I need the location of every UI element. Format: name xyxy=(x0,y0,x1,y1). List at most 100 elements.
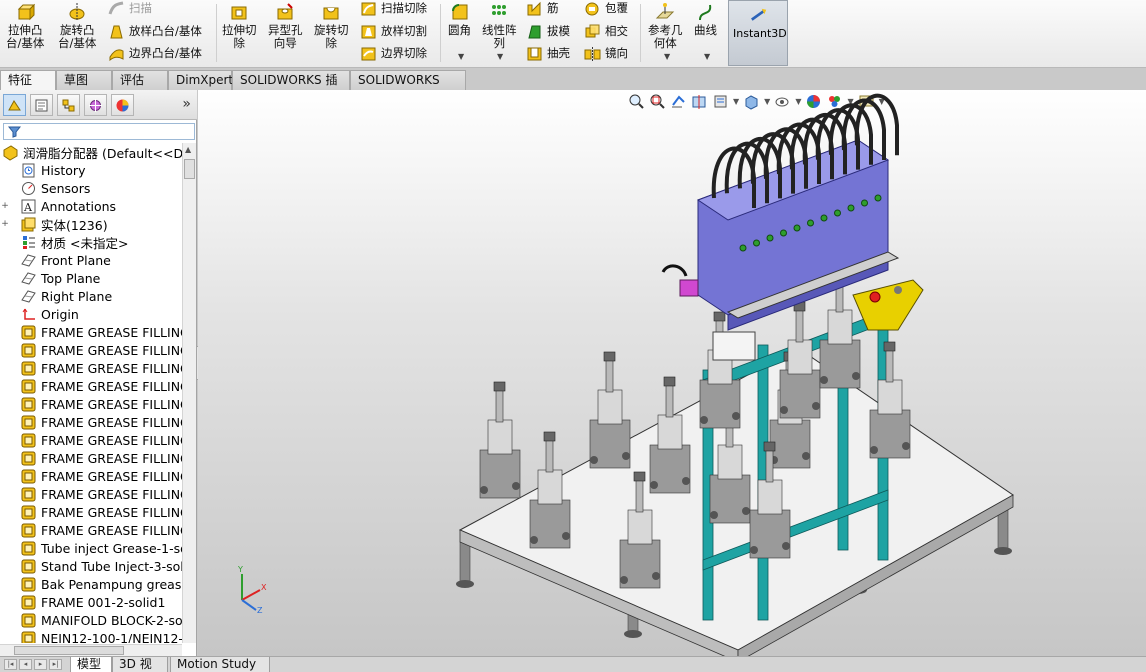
grease-filling-machine-model[interactable] xyxy=(198,90,1146,656)
tree-item[interactable]: + A Annotations xyxy=(0,197,182,215)
tree-vertical-scrollbar[interactable]: ▲ xyxy=(182,143,196,643)
panel-expand-icon[interactable]: » xyxy=(182,96,191,112)
revolve-boss-button[interactable]: 旋转凸 台/基体 xyxy=(58,2,96,50)
tree-horizontal-scrollbar[interactable] xyxy=(0,644,182,656)
tab-motion-study[interactable]: Motion Study 1 xyxy=(170,657,270,672)
boundary-boss-button[interactable]: 边界凸台/基体 xyxy=(108,43,202,63)
mirror-button[interactable]: 镜向 xyxy=(584,43,628,63)
tab-dimxpert[interactable]: DimXpert xyxy=(168,70,233,90)
tree-item[interactable]: FRAME GREASE FILLING xyxy=(0,521,182,539)
tree-root-part[interactable]: 润滑脂分配器 (Default<<De xyxy=(0,143,182,161)
tab-features[interactable]: 特征 xyxy=(0,70,56,91)
configuration-icon xyxy=(62,99,75,111)
tree-item[interactable]: FRAME GREASE FILLING xyxy=(0,341,182,359)
tree-item[interactable]: Tube inject Grease-1-so xyxy=(0,539,182,557)
tab-solidworks-mbd[interactable]: SOLIDWORKS MBD xyxy=(350,70,466,105)
plane-icon xyxy=(21,253,36,267)
shell-label: 抽壳 xyxy=(547,46,570,60)
last-tab-arrow[interactable]: ▸| xyxy=(49,659,62,670)
tab-3d-views[interactable]: 3D 视图 xyxy=(112,657,168,672)
tree-item[interactable]: Right Plane xyxy=(0,287,182,305)
scroll-up-arrow[interactable]: ▲ xyxy=(185,145,191,154)
feature-manager-tab[interactable] xyxy=(3,94,26,116)
tree-item[interactable]: Bak Penampung grease xyxy=(0,575,182,593)
property-icon xyxy=(35,99,48,111)
tree-item[interactable]: Sensors xyxy=(0,179,182,197)
draft-button[interactable]: 拔模 xyxy=(526,21,570,41)
curves-dropdown-caret[interactable]: ▼ xyxy=(704,52,710,61)
hole-wizard-button[interactable]: 异型孔 向导 xyxy=(268,2,303,50)
grease-pump-unit[interactable] xyxy=(869,341,911,459)
revolve-cut-button[interactable]: 旋转切 除 xyxy=(314,2,349,50)
fillet-dropdown-caret[interactable]: ▼ xyxy=(458,52,464,61)
curves-label: 曲线 xyxy=(694,23,717,37)
tree-item-label: Stand Tube Inject-3-soli xyxy=(41,558,182,574)
swept-cut-button[interactable]: 扫描切除 xyxy=(360,0,427,18)
instant3d-button[interactable]: Instant3D xyxy=(728,0,788,66)
intersect-icon xyxy=(585,24,600,37)
prev-tab-arrow[interactable]: ◂ xyxy=(19,659,32,670)
valve-indicator xyxy=(807,219,814,227)
grease-pump-unit[interactable] xyxy=(479,381,521,499)
tree-filter-input[interactable] xyxy=(3,123,195,140)
tree-item[interactable]: History xyxy=(0,161,182,179)
tab-navigation-arrows[interactable]: |◂ ◂ ▸ ▸| xyxy=(4,659,62,670)
rib-button[interactable]: 筋 xyxy=(526,0,559,18)
tree-expand-toggle[interactable]: + xyxy=(0,219,10,229)
tab-sketch[interactable]: 草图 xyxy=(56,70,112,90)
tree-item[interactable]: FRAME GREASE FILLING xyxy=(0,467,182,485)
tree-item[interactable]: + 实体(1236) xyxy=(0,215,182,233)
reference-geometry-button[interactable]: 参考几 何体 xyxy=(648,2,683,50)
tree-item[interactable]: Origin xyxy=(0,305,182,323)
tree-item[interactable]: MANIFOLD BLOCK-2-so xyxy=(0,611,182,629)
tree-item[interactable]: FRAME GREASE FILLING xyxy=(0,323,182,341)
tree-item-label: Sensors xyxy=(41,180,91,196)
graphics-viewport[interactable]: ▼ ▼ ▼ ▼ ▼ Y X Z xyxy=(198,90,1146,656)
extrude-boss-button[interactable]: 拉伸凸 台/基体 xyxy=(6,2,44,50)
tree-item[interactable]: Top Plane xyxy=(0,269,182,287)
tree-item[interactable]: Front Plane xyxy=(0,251,182,269)
tab-model[interactable]: 模型 xyxy=(70,657,112,672)
tab-evaluate[interactable]: 评估 xyxy=(112,70,168,90)
linear-pattern-dropdown-caret[interactable]: ▼ xyxy=(497,52,503,61)
reference-geometry-dropdown-caret[interactable]: ▼ xyxy=(664,52,670,61)
extrude-cut-button[interactable]: 拉伸切 除 xyxy=(222,2,257,50)
display-manager-tab[interactable] xyxy=(111,94,134,116)
sweep-button[interactable]: 扫描 xyxy=(108,0,152,18)
first-tab-arrow[interactable]: |◂ xyxy=(4,659,17,670)
tree-item[interactable]: 材质 <未指定> xyxy=(0,233,182,251)
property-manager-tab[interactable] xyxy=(30,94,53,116)
tree-item[interactable]: FRAME 001-2-solid1 xyxy=(0,593,182,611)
configuration-manager-tab[interactable] xyxy=(57,94,80,116)
next-tab-arrow[interactable]: ▸ xyxy=(34,659,47,670)
body-icon xyxy=(21,577,36,591)
linear-pattern-button[interactable]: 线性阵 列 xyxy=(482,2,517,50)
tree-item[interactable]: FRAME GREASE FILLING xyxy=(0,503,182,521)
tree-item[interactable]: FRAME GREASE FILLING xyxy=(0,359,182,377)
hscroll-thumb[interactable] xyxy=(14,646,124,655)
tree-scroll-thumb[interactable] xyxy=(184,159,195,179)
tree-item[interactable]: FRAME GREASE FILLING xyxy=(0,377,182,395)
boundary-cut-button[interactable]: 边界切除 xyxy=(360,43,427,63)
tree-item[interactable]: NEIN12-100-1/NEIN12- xyxy=(0,629,182,643)
valve-indicator xyxy=(753,239,760,247)
tree-item[interactable]: FRAME GREASE FILLING xyxy=(0,395,182,413)
lofted-cut-button[interactable]: 放样切割 xyxy=(360,21,427,41)
intersect-button[interactable]: 相交 xyxy=(584,21,628,41)
loft-boss-button[interactable]: 放样凸台/基体 xyxy=(108,21,202,41)
tree-item-label: Tube inject Grease-1-so xyxy=(41,540,182,556)
tree-item[interactable]: FRAME GREASE FILLING xyxy=(0,485,182,503)
grease-pump-unit[interactable] xyxy=(589,351,631,469)
fillet-button[interactable]: 圆角 xyxy=(448,2,471,37)
tree-item[interactable]: FRAME GREASE FILLING xyxy=(0,413,182,431)
tree-item[interactable]: FRAME GREASE FILLING xyxy=(0,431,182,449)
body-icon xyxy=(21,415,36,429)
wrap-button[interactable]: 包覆 xyxy=(584,0,628,18)
tree-item[interactable]: FRAME GREASE FILLING xyxy=(0,449,182,467)
curves-button[interactable]: 曲线 xyxy=(694,2,717,37)
tree-expand-toggle[interactable]: + xyxy=(0,201,10,211)
shell-button[interactable]: 抽壳 xyxy=(526,43,570,63)
tree-item[interactable]: Stand Tube Inject-3-soli xyxy=(0,557,182,575)
dimxpert-manager-tab[interactable] xyxy=(84,94,107,116)
tab-solidworks-addins[interactable]: SOLIDWORKS 插件 xyxy=(232,70,350,105)
